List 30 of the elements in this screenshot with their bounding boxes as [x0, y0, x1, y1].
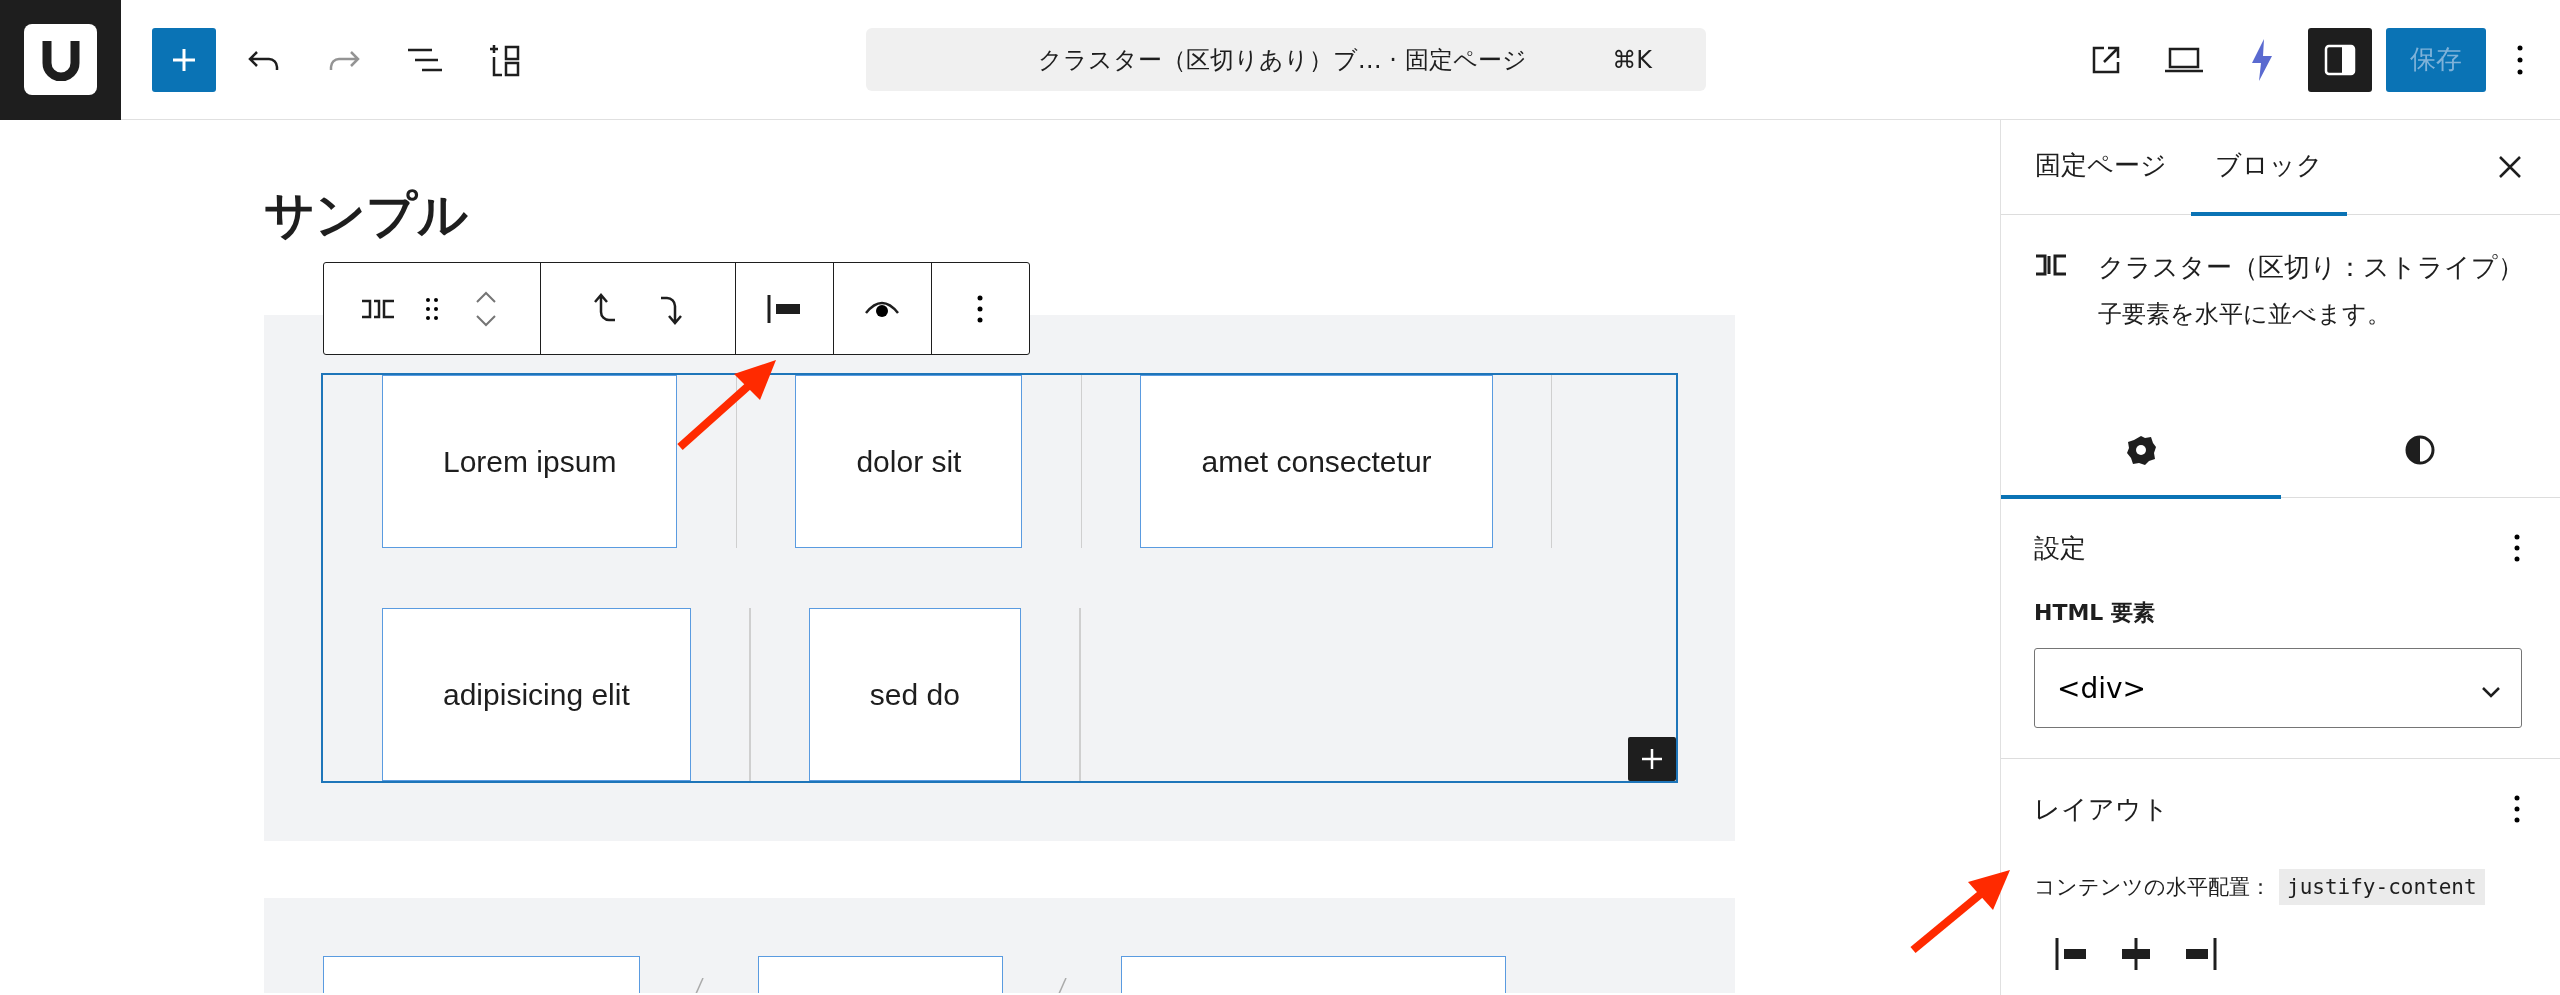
command-bar[interactable]: クラスター（区切りあり）ブ… · 固定ページ ⌘K [866, 28, 1706, 91]
page-heading: サンプル [264, 185, 469, 245]
cluster-item: amet consectetur [1140, 375, 1493, 548]
block-title: クラスター（区切り：ストライプ） [2098, 251, 2524, 284]
cluster-item: adipisicing elit [382, 608, 691, 781]
html-element-select[interactable]: <div> [2034, 648, 2522, 728]
cluster-item: dolor sit [795, 375, 1023, 548]
plus-icon [1640, 747, 1664, 771]
plus-icon [171, 46, 197, 73]
panel-title: 設定 [2034, 531, 2086, 565]
sidebar-tab[interactable]: ブロック [2191, 120, 2347, 216]
slash-separator-icon [694, 978, 704, 993]
add-block-button[interactable] [152, 27, 216, 92]
chevron-down-icon [2481, 685, 2501, 698]
gear-icon [2124, 433, 2157, 466]
block-description: 子要素を水平に並べます。 [2098, 299, 2392, 330]
field-label: コンテンツの水平配置： [2034, 874, 2271, 901]
sidebar-icon [2324, 43, 2356, 76]
sidebar-toggle-button[interactable] [2308, 27, 2372, 92]
cluster-block-icon [2034, 253, 2068, 277]
panel-title: レイアウト [2034, 792, 2169, 826]
contrast-icon [2404, 433, 2437, 466]
cluster-item: Lorem ipsum [382, 375, 678, 548]
append-block-button[interactable] [1628, 737, 1676, 781]
logo-icon[interactable] [24, 24, 97, 95]
sidebar-tab[interactable]: 固定ページ [2011, 120, 2191, 216]
code-label: justify-content [2279, 869, 2485, 905]
field-label: HTML 要素 [2034, 599, 2156, 627]
slash-separator-icon [1057, 978, 1067, 993]
cluster-item: sed do [808, 608, 1021, 781]
